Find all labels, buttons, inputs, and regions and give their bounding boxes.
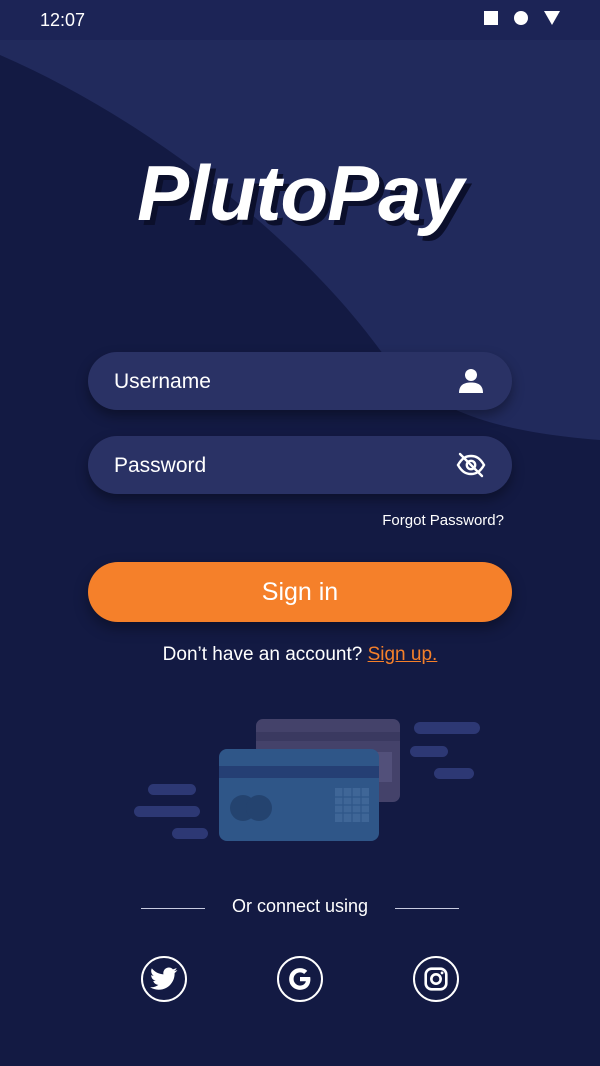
google-icon	[289, 968, 311, 990]
divider-text: Or connect using	[231, 896, 369, 916]
user-icon	[459, 369, 483, 393]
instagram-button[interactable]	[413, 956, 459, 1002]
sign-in-button[interactable]: Sign in	[88, 562, 512, 622]
eye-off-icon[interactable]	[456, 450, 486, 480]
status-bar: 12:07	[0, 0, 600, 40]
username-field-container	[88, 352, 512, 412]
stop-square-icon	[484, 11, 498, 25]
credit-cards-illustration	[134, 719, 480, 841]
status-icons	[484, 11, 560, 25]
social-divider: Or connect using	[0, 896, 600, 920]
circle-icon	[514, 11, 528, 25]
signal-triangle-icon	[544, 11, 560, 25]
username-input[interactable]	[112, 352, 446, 412]
google-button[interactable]	[277, 956, 323, 1002]
status-time: 12:07	[40, 10, 86, 30]
password-input[interactable]	[112, 436, 446, 496]
instagram-icon	[424, 967, 448, 991]
app-logo: PlutoPay	[137, 149, 464, 237]
password-field-container	[88, 436, 512, 496]
divider-line-right	[395, 908, 459, 909]
twitter-icon	[150, 967, 178, 990]
no-account-text: Don’t have an account?	[162, 644, 363, 665]
twitter-button[interactable]	[141, 956, 187, 1002]
forgot-password-link[interactable]: Forgot Password?	[382, 512, 504, 529]
sign-up-link[interactable]: Sign up.	[368, 644, 438, 665]
signup-row: Don’t have an account? Sign up.	[0, 644, 600, 666]
